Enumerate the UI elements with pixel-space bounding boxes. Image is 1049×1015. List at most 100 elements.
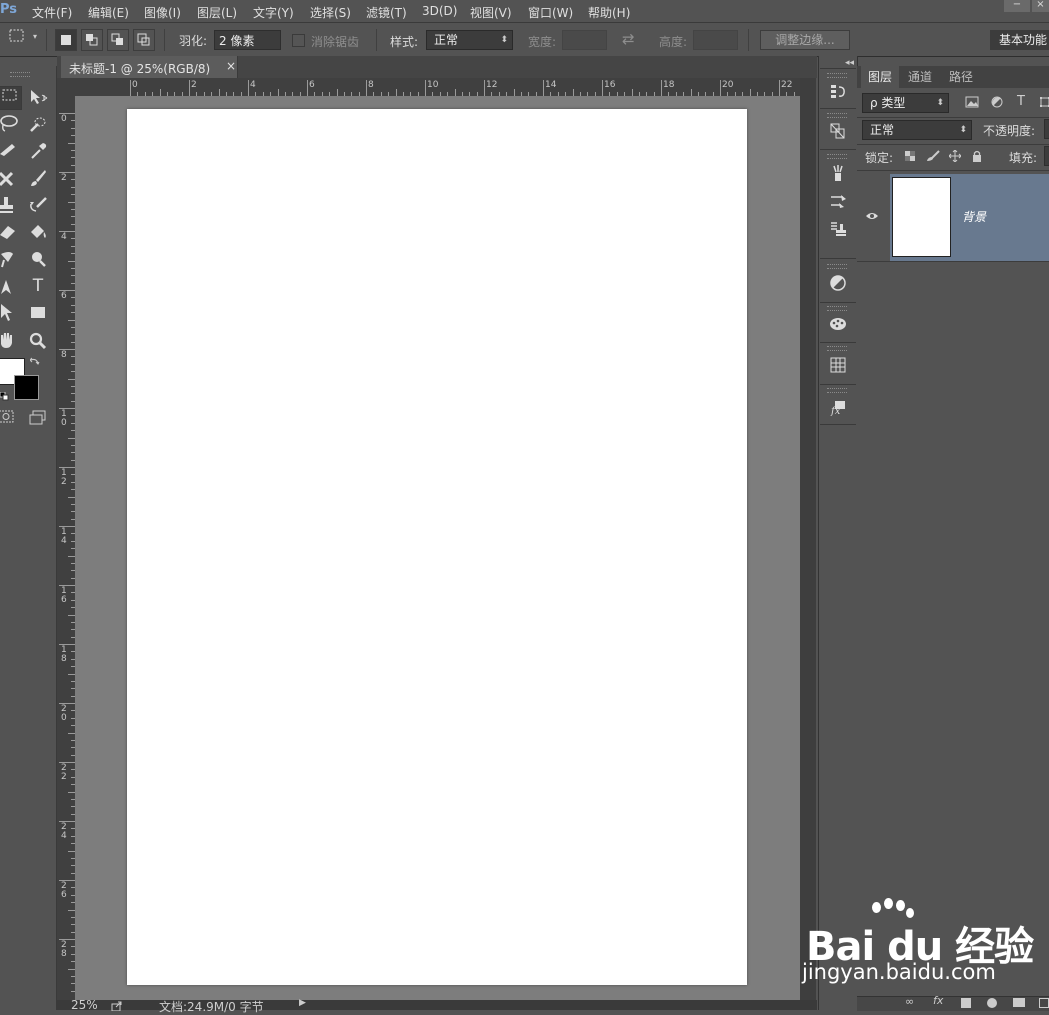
menu-window[interactable]: 窗口(W) xyxy=(528,4,573,21)
type-filter-icon[interactable]: T xyxy=(1014,95,1028,109)
crop-tool-icon[interactable] xyxy=(0,140,20,162)
layer-name[interactable]: 背景 xyxy=(962,208,986,225)
new-group-icon[interactable] xyxy=(1013,998,1025,1007)
lasso-tool-icon[interactable] xyxy=(0,113,20,135)
hand-tool-icon[interactable] xyxy=(0,330,20,352)
close-tab-icon[interactable]: × xyxy=(226,59,236,73)
adjustments-panel-icon[interactable] xyxy=(827,274,849,296)
menu-select[interactable]: 选择(S) xyxy=(310,4,351,21)
fx-panel-icon[interactable]: fx xyxy=(827,398,849,420)
menu-3d[interactable]: 3D(D) xyxy=(422,4,457,18)
clone-source-panel-icon[interactable] xyxy=(827,220,849,242)
tab-channels[interactable]: 通道 xyxy=(899,66,941,88)
panel-grip[interactable] xyxy=(827,73,847,78)
panel-grip[interactable] xyxy=(827,264,847,269)
share-icon[interactable] xyxy=(111,1000,123,1012)
swap-icon[interactable]: ⇄ xyxy=(622,30,635,48)
height-input[interactable] xyxy=(693,30,738,50)
quick-selection-tool-icon[interactable] xyxy=(27,113,49,135)
new-adjustment-icon[interactable] xyxy=(987,998,997,1008)
brushes-panel-icon[interactable] xyxy=(827,164,849,186)
blur-tool-icon[interactable] xyxy=(0,248,20,270)
feather-input[interactable]: 2 像素 xyxy=(214,30,281,50)
swap-colors-icon[interactable] xyxy=(29,356,40,366)
history-brush-tool-icon[interactable] xyxy=(27,194,49,216)
collapse-panels-icon[interactable]: ◂◂ xyxy=(845,58,854,68)
antialias-checkbox[interactable] xyxy=(292,34,305,47)
eyedropper-tool-icon[interactable] xyxy=(27,140,49,162)
menu-image[interactable]: 图像(I) xyxy=(144,4,181,21)
menu-filter[interactable]: 滤镜(T) xyxy=(366,4,407,21)
close-window-button[interactable]: × xyxy=(1032,0,1049,12)
menu-help[interactable]: 帮助(H) xyxy=(588,4,630,21)
shape-filter-icon[interactable] xyxy=(1038,96,1049,110)
background-color-swatch[interactable] xyxy=(14,375,39,400)
new-selection-button[interactable] xyxy=(55,29,77,51)
eraser-tool-icon[interactable] xyxy=(0,221,20,243)
document-canvas[interactable] xyxy=(127,109,747,985)
type-tool-icon[interactable]: T xyxy=(27,275,49,297)
refine-edge-button[interactable]: 调整边缘... xyxy=(760,30,850,50)
preset-dropdown-icon[interactable]: ▾ xyxy=(33,32,37,41)
add-to-selection-button[interactable] xyxy=(81,29,103,51)
path-selection-tool-icon[interactable] xyxy=(0,302,20,324)
paint-bucket-tool-icon[interactable] xyxy=(27,221,49,243)
menu-type[interactable]: 文字(Y) xyxy=(253,4,294,21)
panel-grip[interactable] xyxy=(827,388,847,393)
new-layer-icon[interactable] xyxy=(1039,998,1049,1008)
dodge-tool-icon[interactable] xyxy=(27,248,49,270)
subtract-selection-button[interactable] xyxy=(107,29,129,51)
workspace-switcher[interactable]: 基本功能 xyxy=(990,30,1049,50)
lock-transparent-icon[interactable] xyxy=(903,150,917,164)
link-layers-icon[interactable]: ∞ xyxy=(905,995,914,1008)
styles-panel-icon[interactable] xyxy=(827,356,849,378)
properties-panel-icon[interactable] xyxy=(827,122,849,144)
lock-all-icon[interactable] xyxy=(970,150,984,164)
menu-view[interactable]: 视图(V) xyxy=(470,4,512,21)
menu-file[interactable]: 文件(F) xyxy=(32,4,72,21)
panel-grip[interactable] xyxy=(827,306,847,311)
rectangle-tool-icon[interactable] xyxy=(27,302,49,324)
brush-tool-icon[interactable] xyxy=(27,167,49,189)
document-tab[interactable]: 未标题-1 @ 25%(RGB/8) × xyxy=(61,56,238,78)
intersect-selection-button[interactable] xyxy=(133,29,155,51)
brush-presets-panel-icon[interactable] xyxy=(827,192,849,214)
tab-layers[interactable]: 图层 xyxy=(861,66,899,88)
menu-layer[interactable]: 图层(L) xyxy=(197,4,237,21)
lock-pixels-icon[interactable] xyxy=(926,150,940,164)
fill-input[interactable] xyxy=(1044,146,1049,166)
layer-visibility-eye-icon[interactable] xyxy=(865,210,879,224)
layer-filter-select[interactable]: ρ 类型 ⬍ xyxy=(862,93,949,113)
screen-mode-icon[interactable] xyxy=(27,409,49,431)
swatches-panel-icon[interactable] xyxy=(827,314,849,336)
vertical-ruler[interactable]: 0 2 4 6 8 10 12 14 16 18 20 22 24 26 28 xyxy=(57,96,76,1000)
lock-position-icon[interactable] xyxy=(948,149,962,164)
rect-marquee-tool-icon[interactable] xyxy=(0,86,22,110)
zoom-tool-icon[interactable] xyxy=(27,330,49,352)
blend-mode-select[interactable]: 正常 ⬍ xyxy=(862,120,972,140)
toolbox-grip[interactable] xyxy=(10,72,30,77)
marquee-preset-icon[interactable] xyxy=(6,28,28,50)
status-menu-arrow-icon[interactable]: ▶ xyxy=(299,998,306,1008)
layer-row-background[interactable]: 背景 xyxy=(890,174,1049,261)
panel-grip[interactable] xyxy=(827,346,847,351)
adjustment-filter-icon[interactable] xyxy=(990,96,1004,110)
horizontal-ruler[interactable]: 0 2 4 6 8 10 12 14 16 18 20 22 xyxy=(57,78,800,97)
fx-icon[interactable]: fx xyxy=(933,994,943,1007)
style-select[interactable]: 正常 ⬍ xyxy=(426,30,513,50)
clone-stamp-tool-icon[interactable] xyxy=(0,194,20,216)
vertical-scrollbar[interactable] xyxy=(800,78,816,1000)
panel-grip[interactable] xyxy=(827,154,847,159)
menu-edit[interactable]: 编辑(E) xyxy=(88,4,129,21)
minimize-button[interactable]: − xyxy=(1004,0,1030,12)
quick-mask-icon[interactable] xyxy=(0,409,18,431)
move-tool-icon[interactable] xyxy=(27,86,49,108)
opacity-input[interactable] xyxy=(1044,119,1049,139)
tab-paths[interactable]: 路径 xyxy=(941,66,981,88)
image-filter-icon[interactable] xyxy=(965,96,979,110)
panel-grip[interactable] xyxy=(827,113,847,118)
healing-brush-tool-icon[interactable] xyxy=(0,167,20,189)
history-panel-icon[interactable] xyxy=(827,82,849,104)
default-colors-icon[interactable] xyxy=(0,391,10,401)
add-mask-icon[interactable] xyxy=(961,998,971,1008)
